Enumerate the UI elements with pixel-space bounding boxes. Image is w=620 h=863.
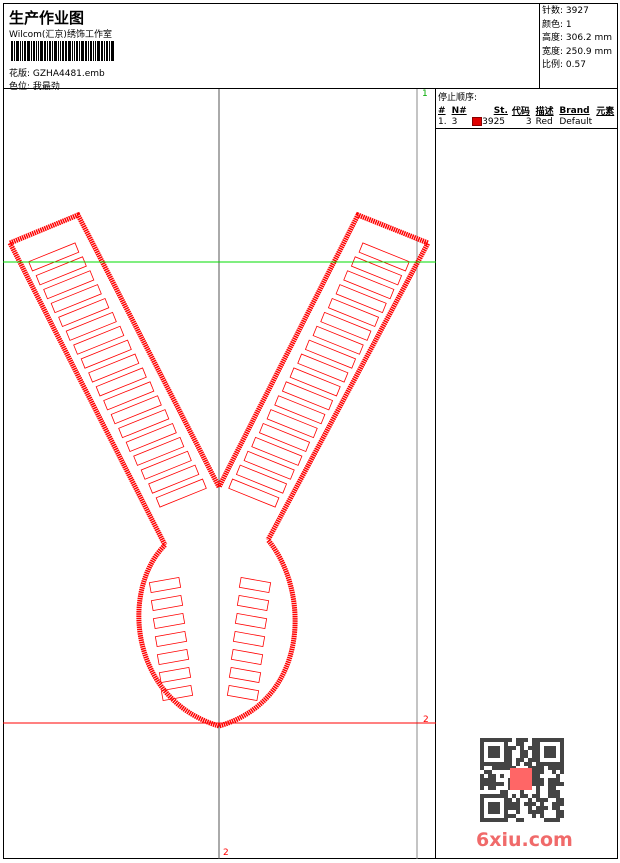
marker-2-right: 2 <box>423 715 429 725</box>
fill-block <box>304 339 357 369</box>
fill-block <box>80 339 132 369</box>
barcode <box>11 41 155 61</box>
fill-block <box>343 270 395 300</box>
fill-block <box>238 577 272 593</box>
company-name: Wilcom(汇京)绣饰工作室 <box>9 30 112 40</box>
fill-block <box>228 667 262 683</box>
design-info: 针数: 3927 颜色: 1 高度: 306.2 mm 宽度: 250.9 mm… <box>539 3 618 89</box>
design-scale: 比例: 0.57 <box>542 60 586 70</box>
fill-block <box>281 381 334 411</box>
fill-block <box>230 649 264 665</box>
fill-block <box>350 256 403 286</box>
fill-block <box>140 450 192 480</box>
fill-block <box>228 478 280 508</box>
design-label: 花版: <box>9 69 31 79</box>
watermark-logo: 6xiu.com <box>476 829 573 851</box>
fill-block <box>125 422 177 453</box>
fill-block <box>88 353 140 383</box>
fill-block <box>118 409 170 439</box>
fill-block <box>274 395 326 425</box>
fill-block <box>335 284 387 314</box>
fill-block <box>43 270 95 300</box>
fill-block <box>50 284 102 314</box>
color-count: 颜色: 1 <box>542 19 572 30</box>
design-width: 宽度: 250.9 mm <box>542 46 613 57</box>
fill-block <box>148 464 200 494</box>
marker-2-bottom: 2 <box>223 848 229 858</box>
design-height: 高度: 306.2 mm <box>542 33 613 43</box>
fill-block <box>243 450 295 480</box>
stitch-count: 针数: 3927 <box>542 6 589 16</box>
fill-block <box>58 297 110 328</box>
fill-block <box>312 325 364 355</box>
fill-block <box>266 409 318 439</box>
fill-block <box>28 242 80 272</box>
marker-1: 1 <box>422 89 428 99</box>
fill-block <box>150 595 184 611</box>
fill-block <box>320 311 372 341</box>
fill-block <box>152 613 186 629</box>
fill-block <box>226 685 260 701</box>
fill-block <box>65 311 117 341</box>
fill-block <box>251 436 303 466</box>
fill-block <box>232 631 266 647</box>
panel-divider <box>436 89 618 129</box>
fill-block <box>297 353 349 383</box>
fill-block <box>110 395 162 425</box>
design-value: GZHA4481.emb <box>32 69 105 79</box>
header: 生产作业图 Wilcom(汇京)绣饰工作室 花版: GZHA4481.emb 色… <box>3 3 618 92</box>
fill-block <box>148 577 182 593</box>
fill-block <box>358 242 410 272</box>
fill-block <box>258 422 311 453</box>
fill-block <box>236 595 270 611</box>
fill-block <box>327 297 380 328</box>
fill-block <box>289 367 341 397</box>
fill-block <box>158 667 192 683</box>
fill-block <box>73 325 125 355</box>
page-title: 生产作业图 <box>9 9 85 27</box>
design-canvas: 1 2 2 <box>3 89 436 859</box>
fill-block <box>35 256 87 286</box>
fill-block <box>95 367 147 397</box>
fill-block <box>234 613 268 629</box>
fill-block <box>235 464 288 494</box>
fill-block <box>133 436 185 466</box>
fill-block <box>154 631 188 647</box>
embroidery-preview: 1 2 2 <box>3 89 436 859</box>
fill-block <box>103 381 155 411</box>
fill-block <box>155 478 207 508</box>
qr-code <box>480 738 564 822</box>
design-file: 花版: GZHA4481.emb <box>9 66 105 79</box>
fill-block <box>156 649 190 665</box>
